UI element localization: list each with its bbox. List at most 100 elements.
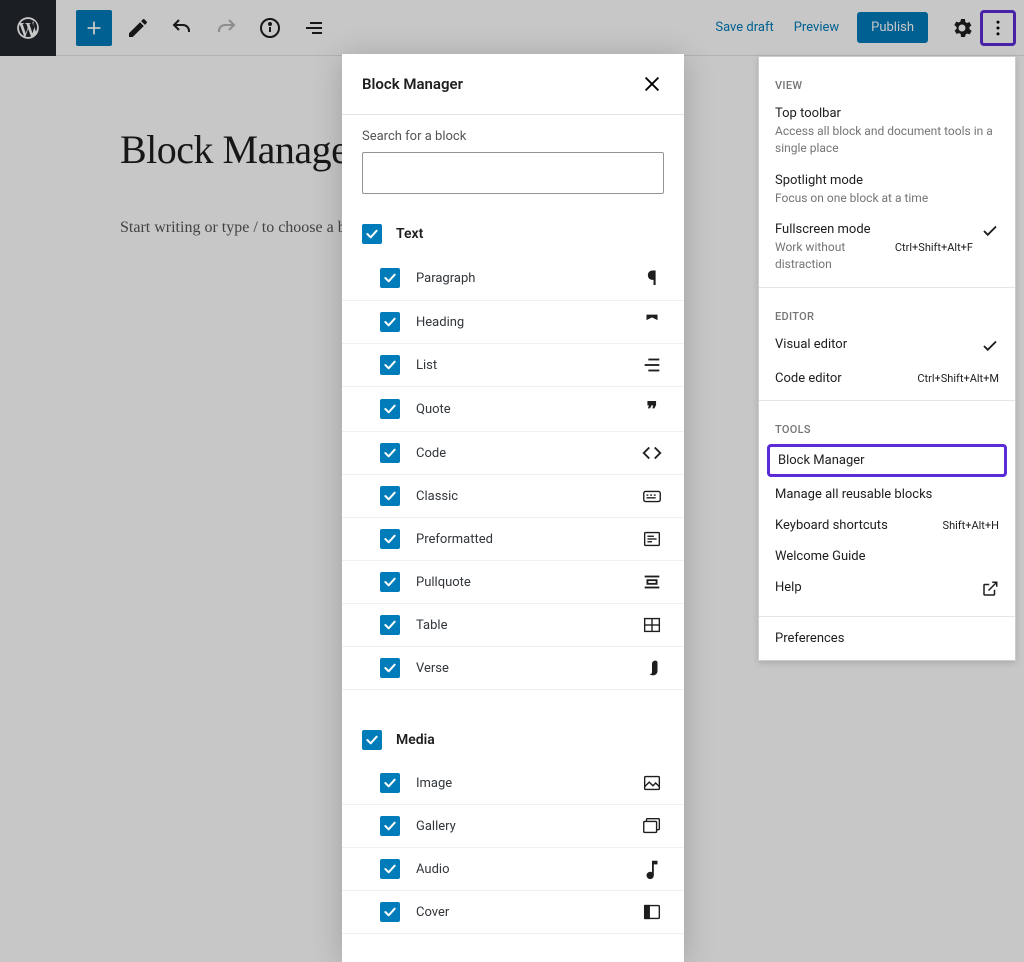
checkbox[interactable] — [380, 443, 400, 463]
external-link-icon — [981, 580, 999, 602]
block-label: Pullquote — [416, 575, 640, 590]
menu-item-title: Top toolbar — [775, 106, 999, 121]
block-row[interactable]: Classic — [342, 475, 684, 518]
block-label: Code — [416, 446, 640, 461]
category-header[interactable]: Text — [342, 212, 684, 256]
menu-item-title: Spotlight mode — [775, 173, 999, 188]
checkbox[interactable] — [380, 902, 400, 922]
list-icon — [640, 354, 664, 376]
image-icon — [640, 772, 664, 794]
block-row[interactable]: Gallery — [342, 805, 684, 848]
block-row[interactable]: Cover — [342, 891, 684, 934]
preformatted-icon — [640, 528, 664, 550]
block-row[interactable]: Pullquote — [342, 561, 684, 604]
block-row[interactable]: Quote ❞ — [342, 387, 684, 432]
checkbox[interactable] — [380, 658, 400, 678]
paragraph-icon: ¶ — [640, 266, 664, 290]
menu-item-visual-editor[interactable]: Visual editor — [759, 329, 1015, 363]
menu-item-keyboard-shortcuts[interactable]: Keyboard shortcuts Shift+Alt+H — [759, 510, 1015, 541]
dropdown-section-view: VIEW — [759, 63, 1015, 98]
checkbox[interactable] — [380, 399, 400, 419]
menu-item-title: Preferences — [775, 631, 999, 646]
checkbox[interactable] — [362, 730, 382, 750]
checkbox[interactable] — [362, 224, 382, 244]
quote-icon: ❞ — [640, 397, 664, 421]
menu-item-preferences[interactable]: Preferences — [759, 623, 1015, 654]
category-name: Text — [396, 226, 423, 242]
checkbox[interactable] — [380, 773, 400, 793]
classic-icon — [640, 485, 664, 507]
menu-item-shortcut: Ctrl+Shift+Alt+F — [895, 241, 973, 254]
block-label: Image — [416, 776, 640, 791]
block-label: Cover — [416, 905, 640, 920]
modal-title: Block Manager — [362, 75, 640, 93]
separator — [759, 287, 1015, 288]
block-label: Preformatted — [416, 532, 640, 547]
checkbox[interactable] — [380, 486, 400, 506]
gallery-icon — [640, 815, 664, 837]
menu-item-title: Help — [775, 580, 973, 595]
menu-item-title: Code editor — [775, 371, 909, 386]
checkbox[interactable] — [380, 859, 400, 879]
separator — [759, 616, 1015, 617]
dropdown-section-tools: TOOLS — [759, 407, 1015, 442]
search-label: Search for a block — [362, 129, 664, 144]
menu-item-shortcut: Shift+Alt+H — [943, 519, 999, 532]
checkbox[interactable] — [380, 268, 400, 288]
menu-item-subtitle: Focus on one block at a time — [775, 190, 999, 207]
check-icon — [981, 337, 999, 355]
checkbox[interactable] — [380, 816, 400, 836]
checkbox[interactable] — [380, 312, 400, 332]
menu-item-help[interactable]: Help — [759, 572, 1015, 610]
verse-icon — [640, 657, 664, 679]
menu-item-block-manager[interactable]: Block Manager — [767, 444, 1007, 477]
checkbox[interactable] — [380, 615, 400, 635]
block-label: List — [416, 358, 640, 373]
block-row[interactable]: Image — [342, 762, 684, 805]
block-row[interactable]: List — [342, 344, 684, 387]
menu-item-spotlight[interactable]: Spotlight mode Focus on one block at a t… — [759, 165, 1015, 215]
menu-item-code-editor[interactable]: Code editor Ctrl+Shift+Alt+M — [759, 363, 1015, 394]
cover-icon — [640, 901, 664, 923]
menu-item-fullscreen[interactable]: Fullscreen mode Work without distraction… — [759, 214, 1015, 281]
block-row[interactable]: Code — [342, 432, 684, 475]
menu-item-shortcut: Ctrl+Shift+Alt+M — [917, 372, 999, 385]
menu-item-subtitle: Access all block and document tools in a… — [775, 123, 999, 157]
block-row[interactable]: Audio — [342, 848, 684, 891]
search-input[interactable] — [362, 152, 664, 194]
menu-item-welcome-guide[interactable]: Welcome Guide — [759, 541, 1015, 572]
block-row[interactable]: Table — [342, 604, 684, 647]
menu-item-reusable-blocks[interactable]: Manage all reusable blocks — [759, 479, 1015, 510]
modal-search-area: Search for a block — [342, 115, 684, 212]
block-label: Classic — [416, 489, 640, 504]
menu-item-title: Block Manager — [778, 453, 996, 468]
pullquote-icon — [640, 571, 664, 593]
check-icon — [981, 222, 999, 240]
separator — [759, 400, 1015, 401]
checkbox[interactable] — [380, 355, 400, 375]
menu-item-title: Welcome Guide — [775, 549, 999, 564]
checkbox[interactable] — [380, 529, 400, 549]
heading-icon — [640, 311, 664, 333]
block-label: Verse — [416, 661, 640, 676]
code-icon — [640, 442, 664, 464]
block-row[interactable]: Preformatted — [342, 518, 684, 561]
menu-item-title: Manage all reusable blocks — [775, 487, 999, 502]
table-icon — [640, 614, 664, 636]
block-row[interactable]: Verse — [342, 647, 684, 690]
block-label: Gallery — [416, 819, 640, 834]
block-row[interactable]: Paragraph ¶ — [342, 256, 684, 301]
menu-item-title: Visual editor — [775, 337, 973, 352]
menu-item-title: Keyboard shortcuts — [775, 518, 935, 533]
block-manager-modal: Block Manager Search for a block Text Pa… — [342, 54, 684, 962]
audio-icon — [640, 858, 664, 880]
category-name: Media — [396, 732, 435, 748]
more-menu-dropdown: VIEW Top toolbar Access all block and do… — [758, 56, 1016, 661]
category-header[interactable]: Media — [342, 718, 684, 762]
checkbox[interactable] — [380, 572, 400, 592]
modal-body[interactable]: Text Paragraph ¶ Heading List Quote ❞ — [342, 212, 684, 962]
block-label: Paragraph — [416, 271, 640, 286]
menu-item-top-toolbar[interactable]: Top toolbar Access all block and documen… — [759, 98, 1015, 165]
block-row[interactable]: Heading — [342, 301, 684, 344]
close-button[interactable] — [640, 72, 664, 96]
